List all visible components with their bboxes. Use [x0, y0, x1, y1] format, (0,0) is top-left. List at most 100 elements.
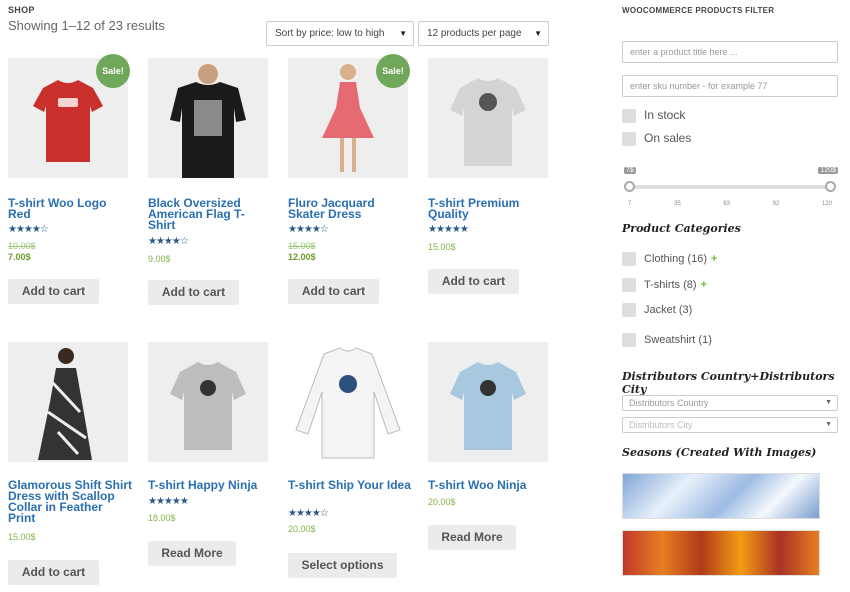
sale-price: 7.00$ [8, 252, 31, 262]
product-image[interactable] [8, 342, 128, 462]
sort-select[interactable]: Sort by price: low to high ▼ [266, 21, 414, 46]
tshirt-image [450, 78, 526, 166]
season-autumn-image[interactable] [622, 530, 820, 576]
add-to-cart-button[interactable]: Add to cart [428, 269, 519, 294]
category-tshirts[interactable]: T-shirts (8) + [622, 277, 707, 293]
breadcrumb: SHOP [8, 5, 35, 15]
product-title[interactable]: T-shirt Premium Quality [428, 197, 552, 220]
checkbox-icon[interactable] [622, 333, 636, 348]
checkbox-icon[interactable] [622, 108, 636, 123]
on-sales-checkbox[interactable]: On sales [622, 130, 691, 146]
product-image[interactable] [428, 58, 548, 178]
price: 9.00$ [148, 254, 171, 264]
slider-ticks: 7 35 63 92 120 [622, 201, 838, 207]
distributors-country-select[interactable]: Distributors Country ▼ [622, 395, 838, 411]
season-winter-image[interactable] [622, 473, 820, 519]
price: 18.00$ [148, 513, 176, 523]
category-clothing[interactable]: Clothing (16) + [622, 251, 717, 267]
slider-tick: 120 [821, 201, 832, 207]
read-more-button[interactable]: Read More [428, 525, 516, 550]
add-to-cart-button[interactable]: Add to cart [288, 279, 379, 304]
chevron-down-icon: ▼ [534, 29, 542, 38]
slider-min-label: 7$ [624, 167, 636, 174]
longsleeve-image [295, 347, 401, 459]
product-card: T-shirt Premium Quality ★★★★★ 15.00$ Add… [428, 58, 552, 308]
product-title[interactable]: Black Oversized American Flag T-Shirt [148, 197, 272, 231]
result-count: Showing 1–12 of 23 results [8, 18, 165, 33]
checkbox-icon[interactable] [622, 278, 636, 293]
slider-tick: 7 [628, 201, 632, 207]
tshirt-image [170, 362, 246, 450]
model-tshirt-image [170, 64, 246, 178]
product-title[interactable]: T-shirt Woo Logo Red [8, 197, 132, 220]
rating-stars: ★★★★☆ [8, 224, 49, 235]
chevron-down-icon: ▼ [825, 421, 832, 428]
rating-stars: ★★★★☆ [288, 508, 329, 519]
in-stock-label: In stock [644, 108, 686, 122]
product-image[interactable] [428, 342, 548, 462]
rating-stars: ★★★★☆ [148, 236, 189, 247]
sale-badge: Sale! [376, 54, 410, 88]
slider-track[interactable] [628, 185, 832, 189]
slider-handle-max[interactable] [825, 181, 836, 192]
product-card: Black Oversized American Flag T-Shirt ★★… [148, 58, 272, 308]
old-price: 10.00$ [8, 241, 36, 251]
product-title[interactable]: Glamorous Shift Shirt Dress with Scallop… [8, 479, 132, 524]
read-more-button[interactable]: Read More [148, 541, 236, 566]
category-label: Clothing (16) [644, 253, 707, 265]
distributors-city-select[interactable]: Distributors City ▼ [622, 417, 838, 433]
product-image[interactable] [148, 58, 268, 178]
on-sales-label: On sales [644, 131, 692, 145]
product-title[interactable]: T-shirt Woo Ninja [428, 479, 552, 491]
slider-tick: 92 [772, 201, 780, 207]
price-range-slider[interactable]: 7$ 120$ 7 35 63 92 120 [622, 164, 838, 212]
add-to-cart-button[interactable]: Add to cart [8, 279, 99, 304]
product-title[interactable]: T-shirt Ship Your Idea [288, 479, 412, 491]
old-price: 15.00$ [288, 241, 316, 251]
checkbox-icon[interactable] [622, 131, 636, 146]
sale-badge: Sale! [96, 54, 130, 88]
slider-tick: 35 [673, 201, 681, 207]
product-title[interactable]: T-shirt Happy Ninja [148, 479, 272, 491]
expand-plus-icon[interactable]: + [711, 253, 717, 265]
checkbox-icon[interactable] [622, 252, 636, 267]
slider-tick: 63 [723, 201, 730, 207]
chevron-down-icon: ▼ [399, 29, 407, 38]
tshirt-image [450, 362, 526, 450]
city-placeholder: Distributors City [629, 420, 693, 430]
per-page-select[interactable]: 12 products per page ▼ [418, 21, 549, 46]
select-options-button[interactable]: Select options [288, 553, 397, 578]
product-title[interactable]: Fluro Jacquard Skater Dress [288, 197, 412, 220]
add-to-cart-button[interactable]: Add to cart [148, 280, 239, 305]
sku-search-input[interactable]: enter sku number - for example 77 [622, 75, 838, 97]
slider-handle-min[interactable] [624, 181, 635, 192]
in-stock-checkbox[interactable]: In stock [622, 107, 685, 123]
country-placeholder: Distributors Country [629, 398, 709, 408]
product-image[interactable] [148, 342, 268, 462]
sort-select-value: Sort by price: low to high [275, 28, 385, 39]
product-image[interactable] [288, 342, 408, 462]
product-title-search-input[interactable]: enter a product title here ... [622, 41, 838, 63]
seasons-heading: Seasons (Created With Images) [622, 446, 817, 459]
chevron-down-icon: ▼ [825, 399, 832, 406]
rating-stars: ★★★★★ [148, 496, 189, 507]
search-placeholder: enter a product title here ... [630, 47, 738, 57]
category-label: Sweatshirt (1) [644, 334, 712, 346]
product-card: T-shirt Woo Ninja 20.00$ Read More [428, 342, 552, 590]
price: 20.00$ [428, 497, 456, 507]
category-sweatshirt[interactable]: Sweatshirt (1) [622, 332, 712, 348]
expand-plus-icon[interactable]: + [701, 279, 707, 291]
category-label: T-shirts (8) [644, 279, 697, 291]
product-card: T-shirt Happy Ninja ★★★★★ 18.00$ Read Mo… [148, 342, 272, 590]
product-card: Sale! Fluro Jacquard Skater Dress ★★★★☆ … [288, 54, 412, 308]
slider-max-label: 120$ [818, 167, 838, 174]
price: 20.00$ [288, 524, 316, 534]
checkbox-icon[interactable] [622, 303, 636, 318]
add-to-cart-button[interactable]: Add to cart [8, 560, 99, 585]
category-jacket[interactable]: Jacket (3) [622, 302, 692, 318]
distributors-heading: Distributors Country+Distributors City [622, 370, 835, 396]
categories-heading: Product Categories [622, 222, 741, 235]
product-card: Glamorous Shift Shirt Dress with Scallop… [8, 342, 132, 590]
rating-stars: ★★★★★ [428, 224, 469, 235]
price: 15.00$ [8, 532, 36, 542]
